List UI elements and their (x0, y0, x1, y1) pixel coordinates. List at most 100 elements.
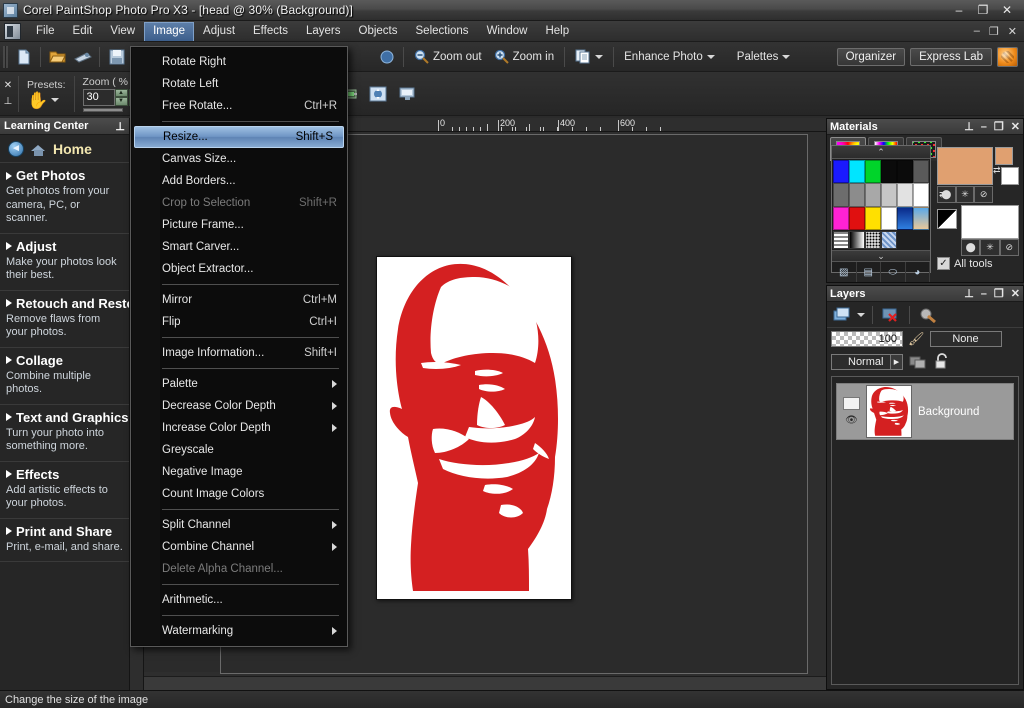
menu-item-increase-color-depth[interactable]: Increase Color Depth (131, 417, 347, 439)
menu-item-image[interactable]: Image (144, 22, 194, 41)
maximize-icon[interactable]: ❐ (994, 287, 1004, 300)
menu-item-rotate-left[interactable]: Rotate Left (131, 73, 347, 95)
menu-item-selections[interactable]: Selections (407, 22, 478, 41)
menu-item-count-image-colors[interactable]: Count Image Colors (131, 483, 347, 505)
all-tools-row[interactable]: ✓ All tools (937, 257, 993, 270)
home-icon[interactable] (31, 142, 46, 156)
new-file-icon[interactable] (12, 46, 35, 68)
zoom-out-button[interactable]: Zoom out (408, 47, 488, 66)
organizer-button[interactable]: Organizer (837, 48, 906, 66)
doc-restore-button[interactable]: ❐ (989, 25, 999, 38)
scroll-up-bar[interactable]: ⌃ (832, 146, 930, 159)
menu-item-smart-carver[interactable]: Smart Carver... (131, 236, 347, 258)
lc-section-text-graphics[interactable]: Text and Graphics Turn your photo into s… (0, 405, 129, 462)
lc-section-print-share[interactable]: Print and Share Print, e-mail, and share… (0, 519, 129, 563)
menu-item-window[interactable]: Window (478, 22, 537, 41)
layer-list[interactable]: 👁 (831, 376, 1019, 685)
pattern-swatch[interactable] (833, 231, 849, 249)
express-lab-button[interactable]: Express Lab (910, 48, 992, 66)
swatch[interactable] (881, 160, 897, 183)
doc-close-button[interactable]: ✕ (1008, 25, 1017, 38)
layer-item-background[interactable]: 👁 (836, 383, 1014, 440)
swatch[interactable] (865, 207, 881, 230)
minimize-icon[interactable]: – (981, 121, 987, 133)
background-color-swatch[interactable] (961, 205, 1019, 239)
swatch[interactable] (833, 207, 849, 230)
swatch-gradient[interactable] (913, 207, 929, 230)
image-menu-dropdown[interactable]: Rotate Right Rotate Left Free Rotate... … (130, 46, 348, 647)
materials-swatch-panel[interactable]: ⌃ (831, 145, 931, 273)
menu-item-add-borders[interactable]: Add Borders... (131, 170, 347, 192)
close-button[interactable]: ✕ (1000, 4, 1014, 16)
menu-item-negative-image[interactable]: Negative Image (131, 461, 347, 483)
enhance-photo-dropdown[interactable]: Enhance Photo (618, 49, 721, 65)
horizontal-scrollbar[interactable] (144, 676, 826, 690)
swatch[interactable] (865, 183, 881, 206)
menu-item-watermarking[interactable]: Watermarking (131, 620, 347, 642)
menu-item-image-information[interactable]: Image Information... Shift+I (131, 342, 347, 364)
pin-icon[interactable]: ⊥ (964, 287, 974, 300)
swap-materials-icon[interactable]: ⇄ (939, 189, 947, 200)
spinner-up[interactable]: ▲ (115, 89, 128, 98)
menu-item-rotate-right[interactable]: Rotate Right (131, 51, 347, 73)
menu-item-greyscale[interactable]: Greyscale (131, 439, 347, 461)
layer-properties-icon[interactable] (917, 305, 939, 325)
foreground-mini-swatch[interactable] (995, 147, 1013, 165)
bg-gradient-button[interactable]: ✳ (980, 239, 999, 256)
swatch[interactable] (881, 207, 897, 230)
menu-item-mirror[interactable]: Mirror Ctrl+M (131, 289, 347, 311)
chevron-down-icon[interactable]: ▶ (890, 355, 902, 369)
toolbar-grip[interactable] (3, 46, 8, 68)
swatch[interactable] (865, 160, 881, 183)
chevron-down-icon[interactable] (857, 313, 865, 317)
fg-gradient-button[interactable]: ✳ (956, 186, 975, 203)
menu-item-object-extractor[interactable]: Object Extractor... (131, 258, 347, 280)
swatch-gradient[interactable] (897, 207, 913, 230)
menu-item-effects[interactable]: Effects (244, 22, 297, 41)
new-layer-icon[interactable] (831, 305, 853, 325)
menu-item-view[interactable]: View (101, 22, 144, 41)
foreground-color-swatch[interactable] (937, 147, 993, 185)
layer-effects-value[interactable]: None (930, 331, 1002, 347)
scroll-down-bar[interactable]: ⌄ (832, 250, 930, 262)
layer-blend-mode-select[interactable]: Normal ▶ (831, 354, 903, 370)
layer-opacity-input[interactable]: 100 (831, 331, 903, 347)
black-white-reset-icon[interactable] (937, 209, 957, 229)
swap-colors-icon[interactable]: ⇄ (993, 165, 1001, 176)
swatch[interactable] (913, 183, 929, 206)
monitor-preview-icon[interactable] (397, 84, 419, 104)
spinner-down[interactable]: ▼ (115, 97, 128, 106)
minimize-icon[interactable]: – (981, 288, 987, 300)
menu-item-objects[interactable]: Objects (350, 22, 407, 41)
menu-item-arithmetic[interactable]: Arithmetic... (131, 589, 347, 611)
pattern-icon[interactable]: ▤ (857, 262, 882, 282)
swatch[interactable] (849, 160, 865, 183)
layer-mask-icon[interactable] (843, 397, 860, 410)
swatch[interactable] (849, 183, 865, 206)
pattern-swatch[interactable] (881, 231, 897, 249)
zoom-in-button[interactable]: Zoom in (488, 47, 561, 66)
minimize-button[interactable]: – (952, 4, 966, 16)
menu-item-resize[interactable]: Resize... Shift+S (134, 126, 344, 148)
save-icon[interactable] (105, 46, 128, 68)
pan-navigate-icon[interactable] (367, 84, 389, 104)
menu-item-free-rotate[interactable]: Free Rotate... Ctrl+R (131, 95, 347, 117)
shape-icon[interactable]: ⬭ (881, 262, 906, 282)
preset-selector[interactable]: ✋ (27, 92, 66, 109)
document-icon[interactable] (4, 23, 21, 40)
menu-item-help[interactable]: Help (536, 22, 578, 41)
restore-button[interactable]: ❐ (976, 4, 990, 16)
pattern-swatch-row[interactable] (833, 231, 929, 249)
swatch[interactable] (881, 183, 897, 206)
swatch[interactable] (849, 207, 865, 230)
texture-icon[interactable]: ▨ (832, 262, 857, 282)
pattern-swatch[interactable] (865, 231, 881, 249)
menu-item-decrease-color-depth[interactable]: Decrease Color Depth (131, 395, 347, 417)
menu-item-adjust[interactable]: Adjust (194, 22, 244, 41)
palettes-dropdown[interactable]: Palettes (731, 49, 797, 65)
zoom-spinner[interactable]: ▲▼ (115, 89, 128, 106)
menu-item-canvas-size[interactable]: Canvas Size... (131, 148, 347, 170)
menu-item-edit[interactable]: Edit (64, 22, 102, 41)
pin-icon[interactable]: ⊥ (4, 96, 13, 107)
menu-item-picture-frame[interactable]: Picture Frame... (131, 214, 347, 236)
